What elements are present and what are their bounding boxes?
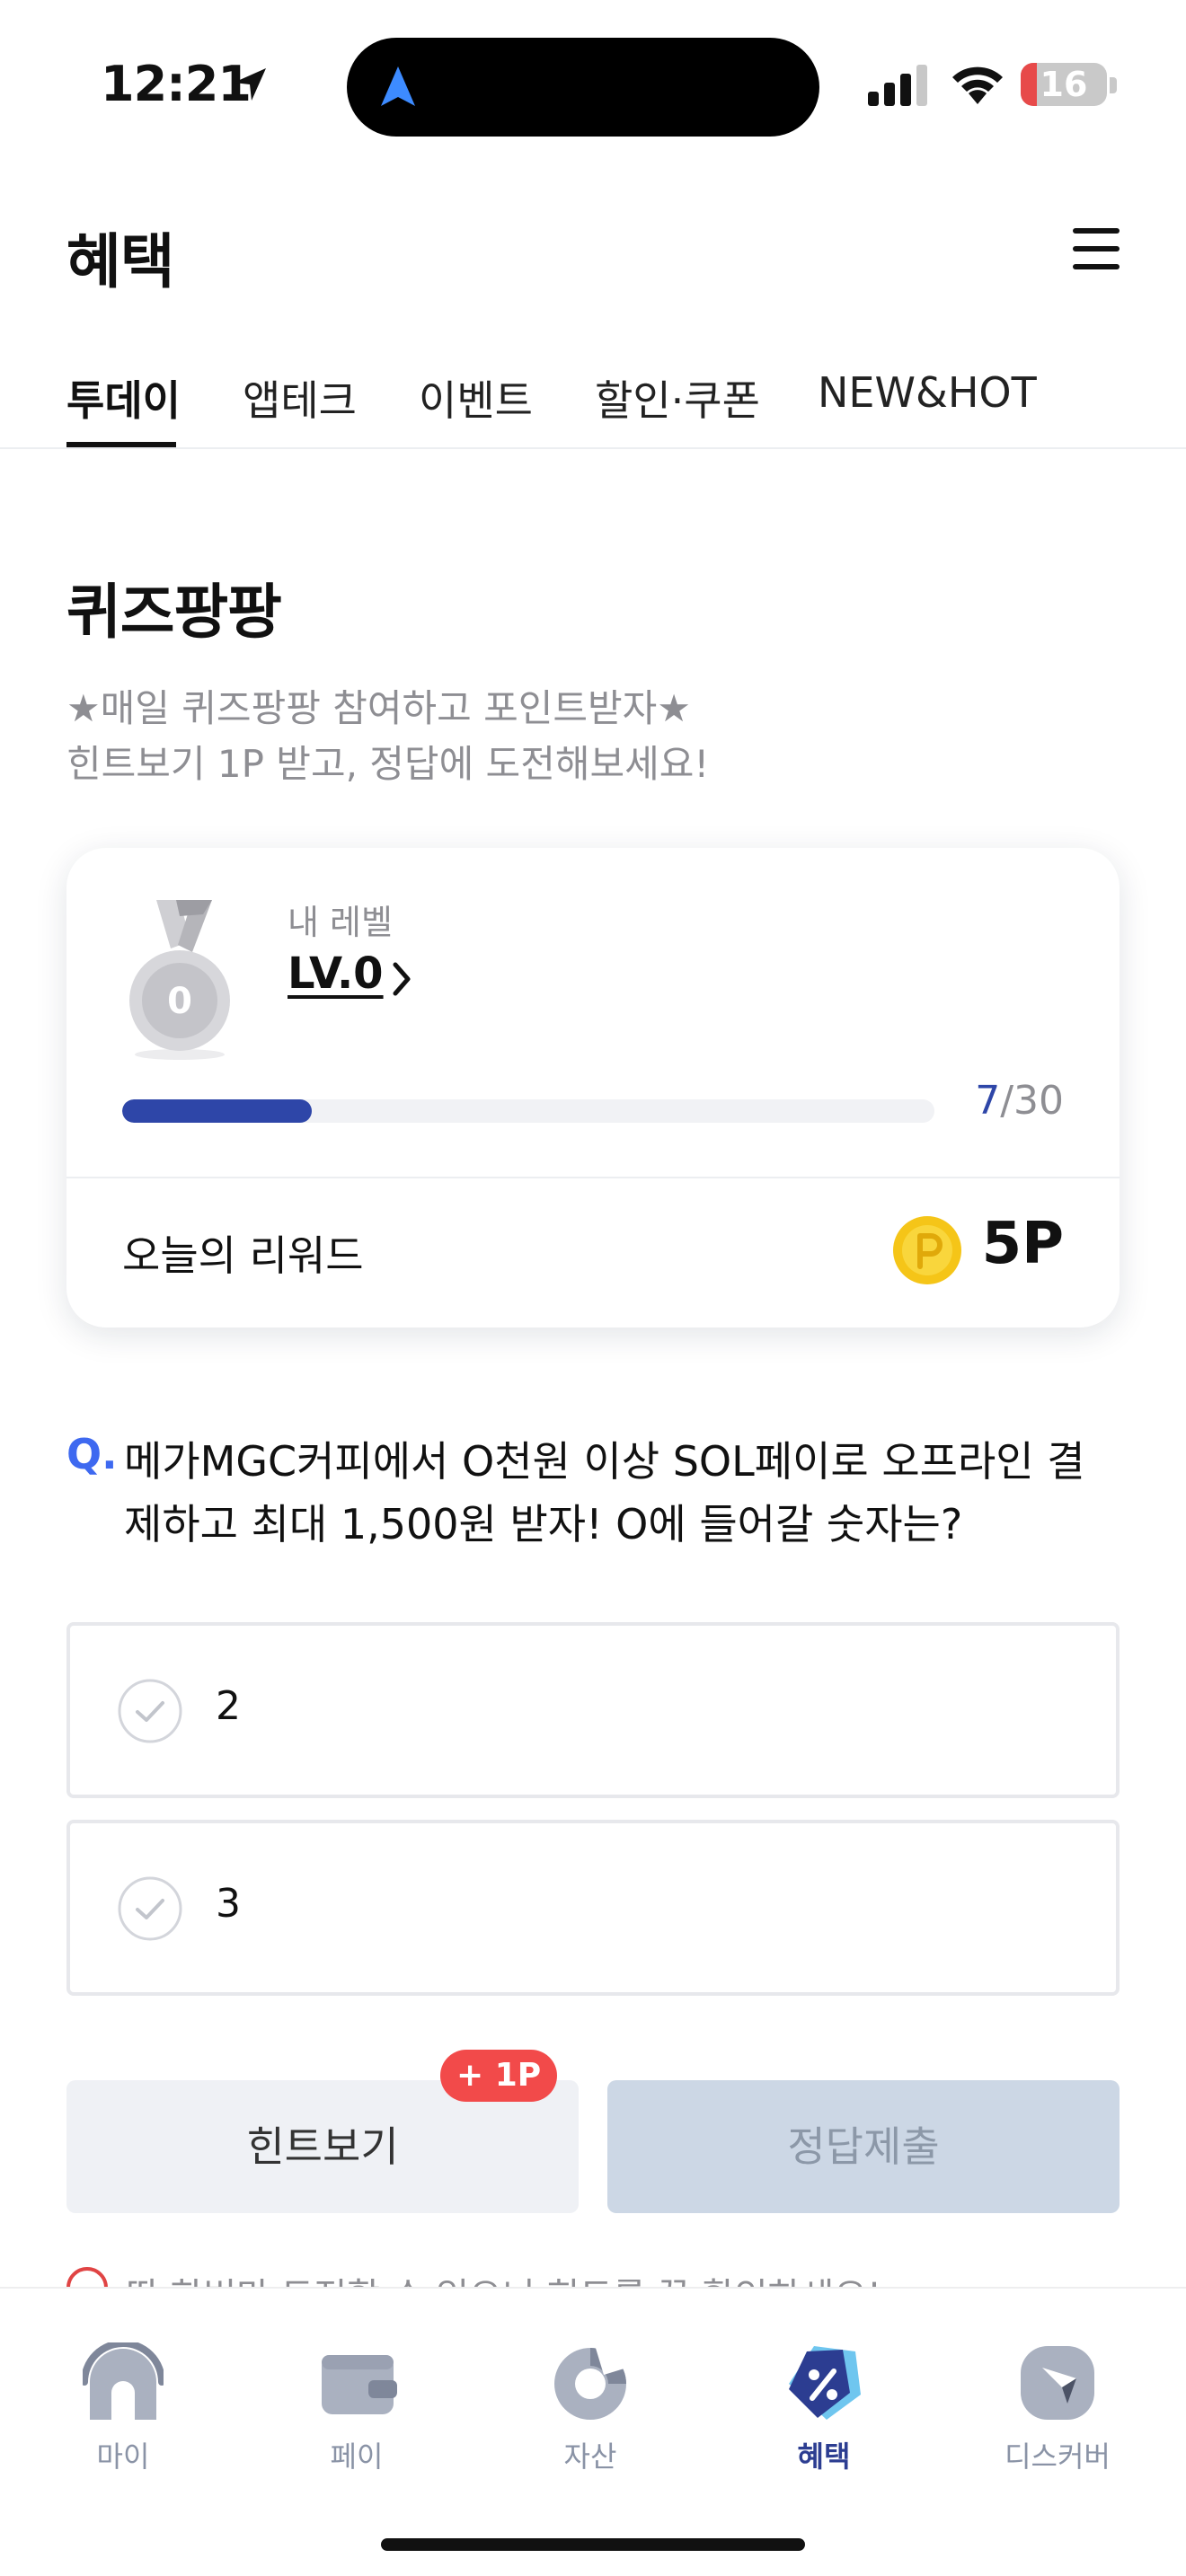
nav-label: 자산 <box>563 2439 617 2474</box>
nav-discover[interactable]: 디스커버 <box>968 2342 1147 2477</box>
navigation-arrow-icon <box>381 66 415 106</box>
battery-percent: 16 <box>1040 65 1088 104</box>
tab-today[interactable]: 투데이 <box>66 368 181 428</box>
tab-new-hot[interactable]: NEW&HOT <box>818 368 1037 417</box>
tab-apptech[interactable]: 앱테크 <box>243 368 357 428</box>
battery-cap <box>1110 77 1117 93</box>
nav-label: 혜택 <box>797 2439 851 2474</box>
reward-label: 오늘의 리워드 <box>122 1231 364 1280</box>
level-progress-text: 7/30 <box>975 1078 1064 1124</box>
tab-discount-coupon[interactable]: 할인·쿠폰 <box>595 368 760 428</box>
page: 12:21 16 혜택 투데이 앱테크 이벤트 할인·쿠폰 NEW&HOT 퀴즈… <box>0 0 1186 2576</box>
chevron-right-icon[interactable] <box>390 961 413 997</box>
hamburger-menu-icon[interactable] <box>1073 226 1120 271</box>
hint-point-badge: + 1P <box>440 2050 558 2102</box>
submit-answer-button[interactable]: 정답제출 <box>607 2080 1120 2213</box>
status-bar: 12:21 16 <box>0 0 1186 171</box>
medal-icon: 0 <box>129 900 230 1060</box>
quiz-description-line2: 힌트보기 1P 받고, 정답에 도전해보세요! <box>66 742 710 786</box>
nav-assets[interactable]: 자산 <box>500 2342 680 2477</box>
quiz-description-line1: ★매일 퀴즈팡팡 참여하고 포인트받자★ <box>66 686 691 730</box>
bottom-tab-bar: 마이 페이 자산 혜택 디스커버 <box>0 2287 1186 2576</box>
quiz-description: ★매일 퀴즈팡팡 참여하고 포인트받자★ 힌트보기 1P 받고, 정답에 도전해… <box>66 681 709 792</box>
category-tabs: 투데이 앱테크 이벤트 할인·쿠폰 NEW&HOT <box>0 359 1186 449</box>
warning-text: 딱 한번만 도전할 수 있으니 힌트를 꼭 확인하세요! <box>126 2267 881 2287</box>
reward-value: 5P <box>981 1211 1064 1277</box>
nav-benefit[interactable]: 혜택 <box>734 2342 914 2477</box>
warning-notice: 딱 한번만 도전할 수 있으니 힌트를 꼭 확인하세요! <box>66 2263 1055 2287</box>
cellular-signal-icon <box>868 65 927 106</box>
wifi-icon <box>952 66 1003 104</box>
answer-option[interactable]: 3 <box>66 1820 1120 1996</box>
nav-label: 마이 <box>96 2439 150 2474</box>
warning-icon <box>66 2267 108 2287</box>
level-value-link[interactable]: LV.0 <box>288 948 384 999</box>
compass-icon <box>1021 2346 1094 2420</box>
progress-current: 7 <box>975 1078 1001 1124</box>
page-title: 혜택 <box>66 227 174 296</box>
nav-pay[interactable]: 페이 <box>267 2342 447 2477</box>
pie-chart-icon <box>554 2345 627 2420</box>
nav-my[interactable]: 마이 <box>33 2342 213 2477</box>
card-divider <box>66 1177 1120 1178</box>
question-mark-label: Q. <box>66 1430 118 1478</box>
benefit-tag-icon <box>789 2346 861 2420</box>
quiz-title: 퀴즈팡팡 <box>66 578 282 647</box>
active-tab-indicator <box>66 442 176 447</box>
medal-number: 0 <box>167 981 192 1022</box>
level-card: 0 내 레벨 LV.0 7/30 오늘의 리워드 5P <box>66 848 1120 1328</box>
check-circle-icon <box>118 1876 182 1941</box>
location-arrow-icon <box>234 68 266 101</box>
answer-option[interactable]: 2 <box>66 1622 1120 1798</box>
check-circle-icon <box>118 1679 182 1743</box>
tab-event[interactable]: 이벤트 <box>419 368 533 428</box>
level-progress-bar <box>122 1099 934 1123</box>
level-progress-fill <box>122 1099 312 1123</box>
wallet-icon <box>322 2355 397 2414</box>
point-coin-icon <box>893 1216 961 1284</box>
nav-label: 페이 <box>330 2439 384 2474</box>
level-label: 내 레벨 <box>288 903 393 942</box>
progress-total: /30 <box>1000 1078 1064 1124</box>
home-indicator <box>381 2538 805 2551</box>
question-text: 메가MGC커피에서 O천원 이상 SOL페이로 오프라인 결제하고 최대 1,5… <box>124 1437 1085 1548</box>
home-icon <box>83 2342 164 2420</box>
answer-option-label: 2 <box>216 1683 241 1729</box>
battery-indicator: 16 <box>1021 63 1107 106</box>
answer-option-label: 3 <box>216 1881 241 1927</box>
nav-label: 디스커버 <box>1005 2439 1111 2474</box>
